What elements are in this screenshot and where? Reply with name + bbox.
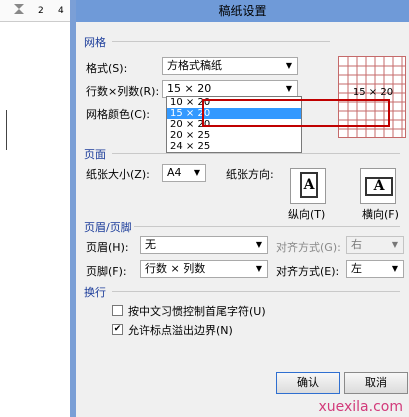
footer-align-value: 左	[351, 262, 362, 275]
rows-columns-label: 行数×列数(R):	[86, 85, 160, 98]
list-item[interactable]: 20 × 25	[167, 130, 301, 141]
first-last-char-checkbox[interactable]	[112, 305, 123, 316]
page-margin-line	[6, 110, 16, 150]
punctuation-overflow-checkbox[interactable]: ✔	[112, 324, 123, 335]
ruler-number: 4	[58, 6, 64, 16]
portrait-label: 纵向(T)	[288, 208, 326, 221]
format-dropdown[interactable]: 方格式稿纸 ▼	[162, 57, 298, 75]
grid-preview-text: 15 × 20	[352, 87, 394, 98]
chevron-down-icon: ▼	[391, 240, 399, 249]
section-divider	[112, 291, 400, 292]
page-section-heading: 页面	[84, 148, 106, 161]
footer-align-label: 对齐方式(E):	[276, 265, 340, 278]
grid-color-label: 网格颜色(C):	[86, 108, 150, 121]
section-divider	[112, 153, 400, 154]
section-divider	[112, 41, 330, 42]
dialog-content: 网格 格式(S): 方格式稿纸 ▼ 行数×列数(R): 15 × 20 ▼ 网格…	[76, 0, 409, 417]
grid-section-heading: 网格	[84, 36, 106, 49]
header-align-value: 右	[351, 238, 362, 251]
punctuation-overflow-label: 允许标点溢出边界(N)	[128, 324, 233, 337]
paper-size-value: A4	[167, 166, 182, 179]
portrait-page-icon: A	[300, 172, 318, 198]
portrait-button[interactable]: A	[290, 168, 326, 204]
landscape-button[interactable]: A	[360, 168, 396, 204]
cancel-button[interactable]: 取消	[344, 372, 408, 394]
format-value: 方格式稿纸	[167, 59, 222, 72]
header-footer-heading: 页眉/页脚	[84, 221, 132, 234]
landscape-label: 横向(F)	[362, 208, 399, 221]
highlight-annotation-box	[202, 99, 390, 127]
ruler: 2 4	[0, 0, 70, 22]
landscape-page-icon: A	[365, 177, 393, 196]
ruler-number: 2	[38, 6, 44, 16]
format-label: 格式(S):	[86, 62, 128, 75]
footer-dropdown[interactable]: 行数 × 列数 ▼	[140, 260, 268, 278]
first-last-char-label: 按中文习惯控制首尾字符(U)	[128, 305, 266, 318]
section-divider	[134, 226, 400, 227]
indent-marker-icon[interactable]	[14, 4, 24, 14]
rows-columns-value: 15 × 20	[167, 82, 212, 95]
list-item[interactable]: 24 × 25	[167, 141, 301, 152]
orientation-label: 纸张方向:	[226, 168, 274, 181]
header-align-label: 对齐方式(G):	[276, 241, 341, 254]
chevron-down-icon: ▼	[255, 264, 263, 273]
chevron-down-icon: ▼	[391, 264, 399, 273]
chevron-down-icon: ▼	[255, 240, 263, 249]
footer-align-dropdown[interactable]: 左 ▼	[346, 260, 404, 278]
wrap-section-heading: 换行	[84, 286, 106, 299]
header-dropdown[interactable]: 无 ▼	[140, 236, 268, 254]
header-value: 无	[145, 238, 156, 251]
footer-label: 页脚(F):	[86, 265, 127, 278]
footer-value: 行数 × 列数	[145, 262, 206, 275]
header-label: 页眉(H):	[86, 241, 129, 254]
document-area: 2 4	[0, 0, 70, 417]
paper-size-dropdown[interactable]: A4 ▼	[162, 164, 206, 182]
chevron-down-icon: ▼	[285, 84, 293, 93]
watermark: xuexila.com	[318, 399, 403, 415]
paper-size-label: 纸张大小(Z):	[86, 168, 150, 181]
header-align-dropdown[interactable]: 右 ▼	[346, 236, 404, 254]
checkmark-icon: ✔	[113, 324, 122, 334]
chevron-down-icon: ▼	[285, 61, 293, 70]
ok-button[interactable]: 确认	[276, 372, 340, 394]
chevron-down-icon: ▼	[193, 168, 201, 177]
